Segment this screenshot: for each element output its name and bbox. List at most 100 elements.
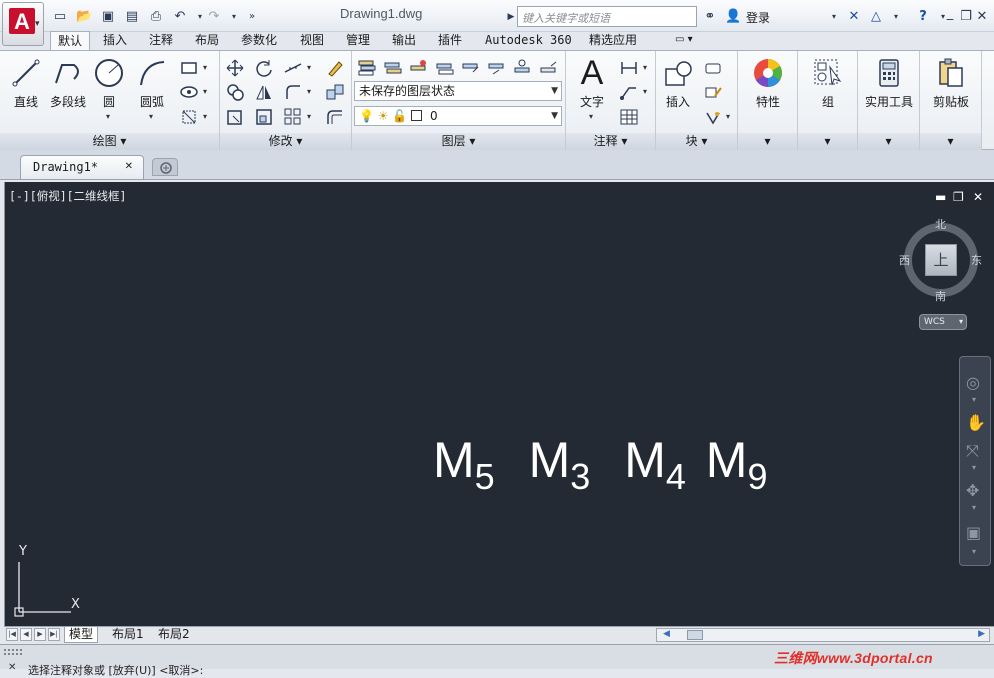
document-tab-drawing1[interactable]: Drawing1* ✕	[20, 155, 144, 179]
mtext-object[interactable]: M5 M3 M4 M9	[433, 430, 767, 507]
rotate-icon[interactable]	[253, 57, 273, 77]
last-layout-button[interactable]: ▶|	[48, 628, 60, 641]
zoom-dropdown-icon[interactable]: ▾	[972, 463, 976, 472]
boundary-dropdown-icon[interactable]: ▾	[203, 112, 207, 121]
print-icon[interactable]: ⎙	[148, 9, 164, 25]
help-icon[interactable]: ?	[915, 9, 931, 25]
close-button[interactable]: ✕	[974, 9, 990, 25]
tab-output[interactable]: 输出	[385, 31, 423, 50]
scale-icon[interactable]	[253, 106, 273, 126]
polyline-button[interactable]: 多段线	[46, 57, 90, 110]
orbit-icon[interactable]: ✥	[966, 481, 979, 500]
insert-block-button[interactable]: 插入	[658, 57, 698, 110]
boundary-icon[interactable]	[178, 106, 198, 126]
clipboard-button[interactable]: 剪贴板	[924, 57, 978, 110]
steering-wheel-dropdown-icon[interactable]: ▾	[972, 395, 976, 404]
dimension-dropdown-icon[interactable]: ▾	[643, 63, 647, 72]
tab-layout2[interactable]: 布局2	[154, 627, 194, 643]
layer-state-dropdown[interactable]: 未保存的图层状态 ▼	[354, 81, 562, 101]
redo-dropdown-icon[interactable]: ▾	[226, 9, 242, 25]
viewport-controls-label[interactable]: [-][俯视][二维线框]	[9, 188, 126, 204]
tab-manage[interactable]: 管理	[339, 31, 377, 50]
current-layer-dropdown[interactable]: 💡 ☀ 🔓 0 ▼	[354, 106, 562, 126]
array-icon[interactable]	[282, 106, 302, 126]
ribbon-minimize-icon[interactable]: ▭ ▾	[668, 31, 700, 50]
tab-annotate[interactable]: 注释	[142, 31, 180, 50]
open-icon[interactable]: 📂	[76, 9, 92, 25]
layer-properties-icon[interactable]	[356, 57, 376, 77]
viewcube-top-face[interactable]: 上	[925, 244, 957, 276]
array-dropdown-icon[interactable]: ▾	[307, 112, 311, 121]
utilities-button[interactable]: 实用工具	[860, 57, 918, 110]
viewport-minimize-button[interactable]: ▬	[935, 190, 946, 204]
viewcube-west-label[interactable]: 西	[899, 252, 910, 268]
circle-dropdown-icon[interactable]: ▾	[106, 112, 110, 121]
tab-autodesk-360[interactable]: Autodesk 360	[478, 31, 579, 50]
groups-expand[interactable]: ▾	[798, 133, 857, 150]
zoom-extents-icon[interactable]: ⤧	[966, 441, 979, 461]
rectangle-icon[interactable]	[178, 57, 198, 77]
tab-layout1[interactable]: 布局1	[108, 627, 148, 643]
previous-layout-button[interactable]: ◀	[20, 628, 32, 641]
layers-panel-title[interactable]: 图层 ▾	[352, 133, 565, 150]
copy-icon[interactable]	[224, 81, 244, 101]
fillet-dropdown-icon[interactable]: ▾	[307, 87, 311, 96]
tab-parametric[interactable]: 参数化	[234, 31, 284, 50]
clipboard-expand[interactable]: ▾	[920, 133, 981, 150]
hatch-dropdown-icon[interactable]: ▾	[203, 87, 207, 96]
table-icon[interactable]	[618, 106, 638, 126]
erase-icon[interactable]	[324, 57, 344, 77]
annotation-panel-title[interactable]: 注释 ▾	[566, 133, 655, 150]
properties-button[interactable]: 特性	[746, 57, 790, 110]
viewport-restore-button[interactable]: ❐	[953, 190, 964, 204]
tab-plugins[interactable]: 插件	[431, 31, 469, 50]
hatch-icon[interactable]	[178, 81, 198, 101]
viewcube-south-label[interactable]: 南	[935, 288, 946, 304]
show-motion-icon[interactable]: ▣	[966, 523, 981, 542]
scroll-left-icon[interactable]: ◀	[663, 629, 670, 639]
leader-dropdown-icon[interactable]: ▾	[643, 87, 647, 96]
scroll-right-icon[interactable]: ▶	[978, 629, 985, 639]
group-button[interactable]: 组	[806, 57, 850, 110]
layer-walk-icon[interactable]	[512, 57, 532, 77]
a360-icon[interactable]: △	[868, 9, 884, 25]
pan-hand-icon[interactable]: ✋	[966, 413, 986, 432]
explode-icon[interactable]	[324, 81, 344, 101]
offset-icon[interactable]	[324, 106, 344, 126]
minimize-button[interactable]: _	[942, 6, 958, 22]
tab-home[interactable]: 默认	[50, 31, 91, 50]
new-icon[interactable]: ▭	[52, 9, 68, 25]
login-dropdown-icon[interactable]: ▾	[826, 9, 842, 25]
layer-unisolate-icon[interactable]	[434, 57, 454, 77]
close-icon[interactable]: ✕	[8, 662, 16, 673]
text-button[interactable]: A 文字 ▾	[572, 56, 612, 121]
arc-button[interactable]: 圆弧 ▾	[132, 57, 172, 121]
arc-dropdown-icon[interactable]: ▾	[149, 112, 153, 121]
drawing-canvas[interactable]: [-][俯视][二维线框] ▬ ❐ ✕ 上 北 南 东 西 WCS ▾ ◎ ▾ ✋…	[4, 182, 994, 626]
layer-state-icon[interactable]	[382, 57, 402, 77]
tab-view[interactable]: 视图	[293, 31, 331, 50]
save-as-icon[interactable]: ▤	[124, 9, 140, 25]
stretch-icon[interactable]	[224, 106, 244, 126]
save-icon[interactable]: ▣	[100, 9, 116, 25]
dimension-icon[interactable]	[618, 57, 638, 77]
modify-panel-title[interactable]: 修改 ▾	[220, 133, 351, 150]
redo-icon[interactable]: ↷	[206, 9, 222, 25]
new-document-tab-button[interactable]	[152, 158, 178, 176]
undo-icon[interactable]: ↶	[172, 9, 188, 25]
mirror-icon[interactable]	[253, 81, 273, 101]
restore-button[interactable]: ❐	[958, 9, 974, 25]
layer-previous-icon[interactable]	[486, 57, 506, 77]
tab-featured-apps[interactable]: 精选应用	[582, 31, 644, 50]
steering-wheel-icon[interactable]: ◎	[966, 373, 980, 392]
customize-icon[interactable]: »	[244, 9, 260, 25]
text-dropdown-icon[interactable]: ▾	[589, 112, 593, 121]
wcs-dropdown[interactable]: WCS ▾	[919, 314, 967, 330]
tab-model[interactable]: 模型	[64, 627, 99, 643]
next-layout-button[interactable]: ▶	[34, 628, 46, 641]
layer-lock-icon[interactable]	[538, 57, 558, 77]
create-block-icon[interactable]	[702, 57, 722, 77]
close-tab-icon[interactable]: ✕	[125, 156, 133, 178]
viewport-close-button[interactable]: ✕	[973, 190, 983, 204]
line-button[interactable]: 直线	[6, 57, 46, 110]
